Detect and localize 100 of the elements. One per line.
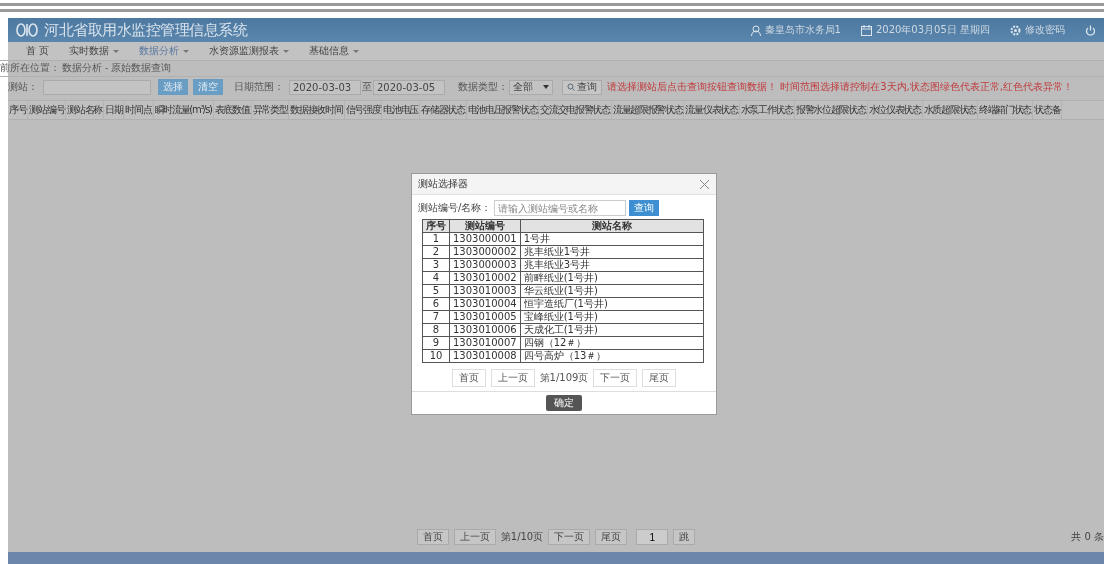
table-cell: 1303000001: [449, 232, 521, 246]
table-cell: 10: [422, 349, 450, 363]
column-header: 交流交电报警状态: [539, 101, 612, 119]
current-date: 2020年03月05日 星期四: [875, 23, 990, 37]
table-cell: 1303010008: [449, 349, 521, 363]
column-header: 电池电压报警状态: [466, 101, 540, 119]
breadcrumb-label: 前所在位置：: [0, 62, 60, 75]
change-password-link[interactable]: 修改密码: [1025, 23, 1065, 37]
query-button[interactable]: 查询: [562, 79, 602, 95]
column-header: 水泵工作状态: [739, 101, 795, 119]
column-header: 流量超限报警状态: [611, 101, 685, 119]
table-cell: 2: [422, 245, 450, 259]
column-header: 存储器状态: [420, 101, 467, 119]
column-header: 流量仪表状态: [684, 101, 740, 119]
table-cell: 四号高炉（13＃）: [520, 349, 704, 363]
search-icon: [567, 83, 575, 91]
logo-icon: [16, 22, 38, 38]
go-button[interactable]: 跳: [673, 529, 696, 545]
table-cell: 8: [422, 323, 450, 337]
table-cell: 1303010002: [449, 271, 521, 285]
nav-item[interactable]: 基础信息: [299, 42, 370, 60]
station-search-field[interactable]: 请输入测站编号或名称: [494, 200, 627, 216]
caret-icon: [283, 49, 290, 53]
table-cell: 3: [422, 258, 450, 272]
caret-icon: [183, 49, 190, 53]
table-cell: 1303010006: [449, 323, 521, 337]
column-header: 信号强度: [344, 101, 383, 119]
confirm-button[interactable]: 确定: [546, 395, 582, 411]
table-cell: 宝峰纸业(1号井): [520, 310, 704, 324]
app-title: 河北省取用水监控管理信息系统: [44, 20, 247, 40]
type-dropdown[interactable]: 全部: [509, 79, 553, 95]
table-cell: 四钢（12＃）: [520, 336, 704, 350]
page-field[interactable]: 1: [636, 529, 669, 545]
column-header: 测站名称: [520, 219, 704, 233]
column-header: 时间点: [124, 101, 154, 119]
caret-icon: [353, 49, 360, 53]
pager-button[interactable]: 上一页: [453, 529, 496, 545]
table-cell: 1303010007: [449, 336, 521, 350]
column-header: 序号: [422, 219, 450, 233]
column-header: 异常类型: [251, 101, 290, 119]
pager-button[interactable]: 首页: [451, 369, 486, 387]
field-label: 数据类型：: [458, 80, 508, 94]
warning-message: 请选择测站后点击查询按钮查询数据！ 时间范围选择请控制在3天内,状态图绿色代表正常,红色代表异常！: [607, 80, 1073, 94]
settings-icon: [1010, 24, 1021, 36]
table-cell: 7: [422, 310, 450, 324]
table-cell: 1: [422, 232, 450, 246]
field-label: 测站编号/名称：: [418, 201, 492, 215]
table-cell: 1303000002: [449, 245, 521, 259]
table-cell: 1303010003: [449, 284, 521, 298]
column-header: 终端箱门状态: [977, 101, 1034, 119]
column-header: 瞬时流量(m³/s): [153, 101, 214, 119]
column-header: 水质超限状态: [922, 101, 978, 119]
column-header: 报警水位超限状态: [794, 101, 868, 119]
table-cell: 6: [422, 297, 450, 311]
table-cell: 5: [422, 284, 450, 298]
user-icon: [750, 24, 761, 36]
table-cell: 前畔纸业(1号井): [520, 271, 704, 285]
nav-item[interactable]: 实时数据: [59, 42, 130, 60]
pager-button[interactable]: 尾页: [595, 529, 628, 545]
column-header: 数据接收时间: [289, 101, 345, 119]
column-header: 测站编号: [28, 101, 67, 119]
column-header: 日期: [104, 101, 125, 119]
table-cell: 9: [422, 336, 450, 350]
power-icon: [1085, 24, 1096, 36]
table-cell: 恒宇造纸厂(1号井): [520, 297, 704, 311]
column-header: 表底数值: [213, 101, 252, 119]
station-field[interactable]: [43, 79, 151, 95]
table-cell: 1303010005: [449, 310, 521, 324]
column-header: 水位仪表状态: [867, 101, 923, 119]
date-field[interactable]: 2020-03-05: [373, 79, 445, 95]
nav-item[interactable]: 水资源监测报表: [199, 42, 300, 60]
page-info: 第1/10页: [500, 530, 544, 544]
table-cell: 1303010004: [449, 297, 521, 311]
query-button[interactable]: 查询: [629, 200, 660, 216]
column-header: 状态备: [1033, 101, 1063, 119]
table-cell: 兆丰纸业3号井: [520, 258, 704, 272]
field-label: 测站：: [8, 80, 38, 94]
total-count: 共 0 条: [1071, 530, 1104, 544]
table-cell: 1303000003: [449, 258, 521, 272]
table-cell: 天成化工(1号井): [520, 323, 704, 337]
caret-icon: [543, 85, 549, 89]
table-cell: 兆丰纸业1号井: [520, 245, 704, 259]
field-label: 日期范围：: [234, 80, 284, 94]
pager-button[interactable]: 下一页: [548, 529, 591, 545]
column-header: 测站名称: [66, 101, 105, 119]
column-header: 电池电压: [382, 101, 421, 119]
caret-icon: [113, 49, 120, 53]
date-field[interactable]: 2020-03-03: [289, 79, 361, 95]
column-header: 测站编号: [449, 219, 521, 233]
pager-button[interactable]: 尾页: [642, 369, 677, 387]
column-header: 序号: [8, 101, 29, 119]
pager-button[interactable]: 下一页: [593, 369, 638, 387]
table-cell: 1号井: [520, 232, 704, 246]
pager-button[interactable]: 上一页: [490, 369, 535, 387]
user-name: 秦皇岛市水务局1: [764, 23, 841, 37]
dialog-title: 测站选择器: [418, 177, 468, 191]
date-separator: 至: [362, 80, 372, 94]
close-icon: [699, 178, 710, 190]
pager-button[interactable]: 首页: [416, 529, 449, 545]
nav-item[interactable]: 首 页: [16, 42, 60, 60]
